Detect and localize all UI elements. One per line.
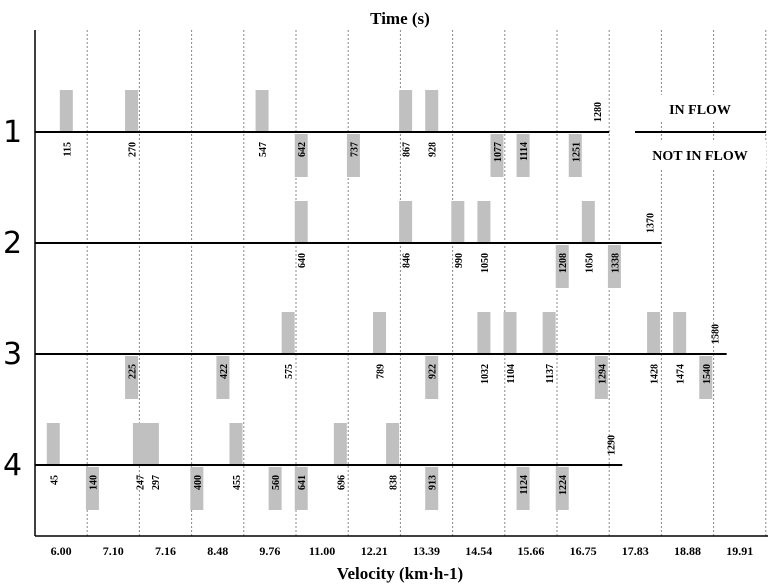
event-time-label: 455 <box>232 475 243 490</box>
event-time-label: 560 <box>271 475 282 490</box>
event-time-label: 846 <box>402 253 413 268</box>
row-label: 2 <box>3 226 22 261</box>
bar-in-flow <box>673 312 687 354</box>
end-time-label: 1580 <box>711 324 722 344</box>
event-time-label: 928 <box>428 142 439 157</box>
bar-in-flow <box>132 423 159 465</box>
bar-in-flow <box>399 90 413 132</box>
event-time-label: 247 <box>135 475 146 490</box>
event-time-label: 1224 <box>558 475 569 495</box>
bar-in-flow <box>477 312 491 354</box>
event-time-label: 115 <box>62 142 73 156</box>
event-time-label: 1208 <box>558 253 569 273</box>
event-time-label: 225 <box>128 364 139 379</box>
end-time-label: 1280 <box>593 102 604 122</box>
event-time-label: 1540 <box>702 364 713 384</box>
event-time-label: 789 <box>376 364 387 379</box>
bar-in-flow <box>581 201 595 243</box>
event-time-label: 1050 <box>480 253 491 273</box>
x-tick-label: 9.76 <box>259 544 280 558</box>
event-time-label: 270 <box>128 142 139 157</box>
event-time-label: 297 <box>151 475 162 490</box>
x-tick-label: 16.75 <box>570 544 597 558</box>
event-time-label: 1050 <box>584 253 595 273</box>
event-time-label: 1077 <box>493 142 504 162</box>
bar-in-flow <box>281 312 295 354</box>
event-time-label: 547 <box>258 142 269 157</box>
bar-in-flow <box>477 201 491 243</box>
event-time-label: 1474 <box>676 364 687 384</box>
bar-in-flow <box>647 312 661 354</box>
row-label: 4 <box>3 448 22 483</box>
x-tick-label: 7.10 <box>103 544 124 558</box>
bar-in-flow <box>425 90 439 132</box>
bar-in-flow <box>255 90 269 132</box>
event-time-label: 642 <box>297 142 308 157</box>
x-tick-label: 19.91 <box>726 544 753 558</box>
event-time-label: 867 <box>402 142 413 157</box>
bar-in-flow <box>451 201 465 243</box>
event-time-label: 400 <box>193 475 204 490</box>
event-time-label: 1137 <box>545 364 556 383</box>
event-time-label: 990 <box>454 253 465 268</box>
x-tick-label: 14.54 <box>465 544 492 558</box>
event-time-label: 575 <box>284 364 295 379</box>
row-label: 1 <box>3 115 22 150</box>
bar-in-flow <box>229 423 243 465</box>
event-time-label: 1114 <box>519 142 530 161</box>
event-time-label: 696 <box>336 475 347 490</box>
legend-in-flow: IN FLOW <box>669 103 731 118</box>
x-tick-labels: 6.00 7.10 7.16 8.48 9.76 11.00 12.21 13.39 14.54… <box>51 544 754 558</box>
event-time-label: 922 <box>428 364 439 379</box>
event-time-label: 640 <box>297 253 308 268</box>
event-time-label: 1124 <box>519 475 530 494</box>
chart-title: Time (s) <box>370 9 430 28</box>
event-time-label: 737 <box>349 142 360 157</box>
x-tick-label: 18.88 <box>674 544 701 558</box>
event-time-label: 1104 <box>506 364 517 383</box>
bar-in-flow <box>125 90 139 132</box>
timeline-chart: 1280115 270 547 642 737 867 928 1077 1114 1251137… <box>3 9 768 583</box>
bar-in-flow <box>294 201 308 243</box>
event-time-label: 1251 <box>571 142 582 162</box>
x-tick-label: 6.00 <box>51 544 72 558</box>
end-time-label: 1290 <box>606 435 617 455</box>
bar-in-flow <box>46 423 60 465</box>
bar-in-flow <box>503 312 517 354</box>
x-tick-label: 17.83 <box>622 544 649 558</box>
row-baselines <box>35 131 727 466</box>
bar-in-flow <box>373 312 387 354</box>
end-time-label: 1370 <box>645 213 656 233</box>
event-time-label: 140 <box>88 475 99 490</box>
legend-not-in-flow: NOT IN FLOW <box>652 149 747 164</box>
x-tick-label: 11.00 <box>309 544 335 558</box>
bar-in-flow <box>333 423 347 465</box>
event-time-label: 838 <box>389 475 400 490</box>
x-tick-label: 13.39 <box>413 544 440 558</box>
x-tick-label: 12.21 <box>361 544 388 558</box>
x-tick-label: 8.48 <box>207 544 228 558</box>
x-axis-title: Velocity (km·h-1) <box>337 564 463 583</box>
event-time-label: 1294 <box>597 364 608 384</box>
event-time-label: 422 <box>219 364 230 379</box>
event-time-label: 913 <box>428 475 439 490</box>
row-label: 3 <box>3 337 22 372</box>
event-time-label: 1032 <box>480 364 491 384</box>
x-tick-label: 15.66 <box>517 544 544 558</box>
bar-in-flow <box>386 423 400 465</box>
bar-in-flow <box>542 312 556 354</box>
event-time-label: 641 <box>297 475 308 490</box>
x-tick-label: 7.16 <box>155 544 176 558</box>
row-labels: 1 2 3 4 <box>3 115 22 483</box>
event-time-label: 1428 <box>650 364 661 384</box>
event-time-label: 1338 <box>610 253 621 273</box>
bar-in-flow <box>59 90 73 132</box>
bar-in-flow <box>399 201 413 243</box>
event-time-label: 45 <box>49 475 60 485</box>
